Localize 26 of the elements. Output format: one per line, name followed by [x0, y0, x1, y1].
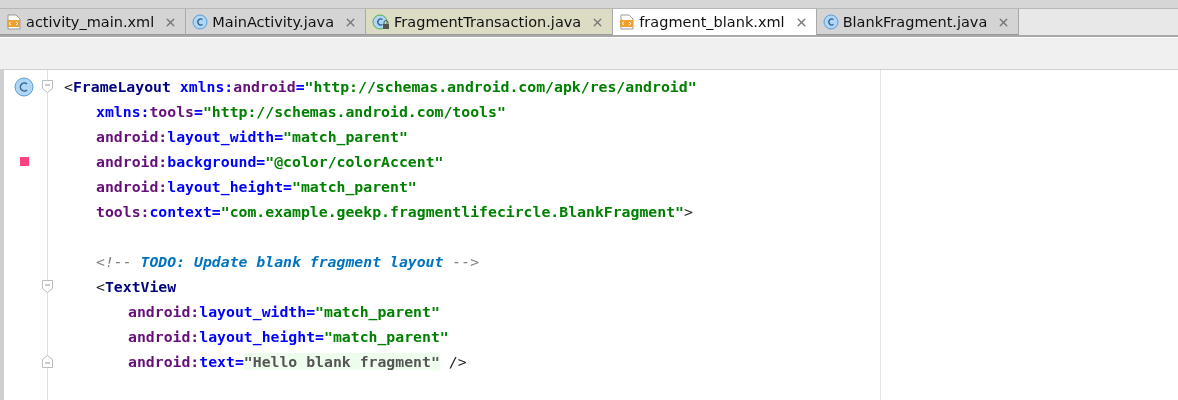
fold-icon[interactable] — [42, 80, 53, 93]
code-line: android:layout_height="match_parent" — [128, 328, 449, 345]
code-line: tools:context="com.example.geekp.fragmentlifecircle.BlankFragment"> — [96, 203, 693, 220]
code-line: <!-- TODO: Update blank fragment layout --> — [96, 253, 480, 270]
code-line: android:layout_width="match_parent" — [128, 303, 440, 320]
color-swatch[interactable] — [20, 157, 29, 166]
code-line: android:background="@color/colorAccent" — [96, 153, 444, 170]
fold-icon[interactable] — [42, 280, 53, 293]
editor-tab[interactable]: FragmentTransaction.java — [366, 9, 614, 35]
editor-tab[interactable]: activity_main.xml — [0, 9, 187, 35]
xml-file-icon — [619, 14, 636, 30]
code-line: xmlns:tools="http://schemas.android.com/tools" — [96, 103, 506, 120]
code-line: android:layout_height="match_parent" — [96, 178, 417, 195]
editor-tab[interactable]: BlankFragment.java — [816, 9, 1020, 35]
class-icon — [822, 14, 839, 30]
code-line: <TextView — [96, 278, 177, 295]
editor-tab[interactable]: fragment_blank.xml — [613, 9, 817, 35]
locked-class-icon — [372, 14, 391, 30]
xml-file-icon — [6, 14, 22, 30]
code-line: android:layout_width="match_parent" — [96, 128, 408, 145]
editor-tab[interactable]: MainActivity.java — [186, 9, 367, 35]
class-icon — [192, 14, 209, 30]
class-icon[interactable] — [14, 76, 34, 97]
fold-icon[interactable] — [42, 355, 53, 368]
code-line: android:text="Hello blank fragment" /> — [128, 353, 467, 370]
code-line: <FrameLayout xmlns:android="http://schemas.android.com/apk/res/android" — [64, 78, 697, 95]
